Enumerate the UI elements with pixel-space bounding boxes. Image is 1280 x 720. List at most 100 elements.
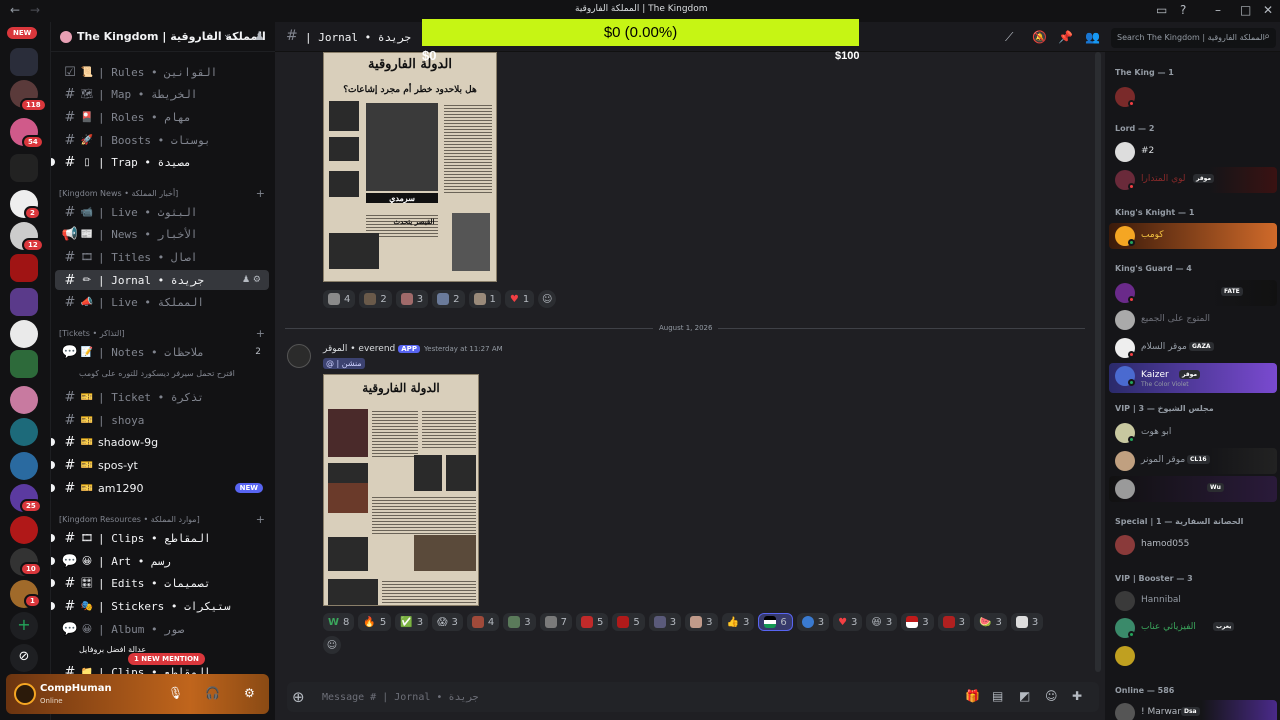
back-arrow-icon[interactable]: ← — [10, 3, 20, 17]
member-item[interactable]: كومب — [1109, 223, 1277, 249]
channel-art[interactable]: 💬 😀 | Art • رسم — [51, 551, 269, 571]
reaction-selected[interactable]: 6 — [758, 613, 793, 631]
reaction[interactable]: W8 — [323, 613, 355, 631]
server-icon[interactable] — [10, 516, 38, 544]
channel-notes[interactable]: 💬 📝 | Notes • ملاحظات 2 — [55, 342, 269, 362]
inbox-icon[interactable]: ▭ — [1156, 3, 1167, 17]
member-item[interactable] — [1109, 643, 1277, 669]
help-icon[interactable]: ? — [1180, 3, 1186, 17]
reaction[interactable]: 7 — [539, 613, 572, 631]
gif-icon[interactable]: ▤ — [992, 689, 1003, 703]
server-icon[interactable] — [10, 154, 38, 182]
member-item[interactable]: المتوج على الجميع — [1109, 307, 1277, 333]
pin-icon[interactable]: 📌 — [1058, 30, 1073, 44]
channel-trap[interactable]: # ▯ | Trap • مصيدة — [51, 152, 269, 172]
new-mention-pill[interactable]: 1 NEW MENTION — [128, 653, 205, 665]
channel-am1290[interactable]: # 🎫 am1290 NEW — [51, 478, 269, 498]
server-icon[interactable] — [10, 288, 38, 316]
server-icon[interactable] — [10, 418, 38, 446]
reaction[interactable]: ♥ 1 — [504, 290, 535, 308]
reaction[interactable]: 3 — [1010, 613, 1044, 631]
mute-icon[interactable]: 🔕 — [1032, 30, 1047, 44]
reaction[interactable]: 🔥 5 — [358, 613, 392, 631]
channel-live-kingdom[interactable]: # 📣 | Live • المملكة — [55, 292, 269, 312]
channel-roles[interactable]: # 🎴 | Roles • مهام — [55, 107, 269, 127]
reaction[interactable]: 4 — [466, 613, 500, 631]
member-item[interactable]: الفيزيائي عناب يعرب — [1109, 615, 1277, 641]
threads-icon[interactable]: ⟋ — [1005, 30, 1013, 45]
reaction[interactable]: 3 — [395, 290, 429, 308]
username[interactable]: CompHuman — [40, 683, 112, 694]
reaction[interactable]: 3 — [648, 613, 682, 631]
scrollbar[interactable] — [1095, 52, 1101, 672]
settings-icon[interactable]: ⚙ — [244, 686, 255, 700]
reaction[interactable]: 3 — [685, 613, 718, 631]
plus-icon[interactable]: + — [256, 187, 265, 200]
server-icon[interactable] — [10, 48, 38, 76]
channel-rules[interactable]: ☑ 📜 | Rules • القوانين — [55, 62, 269, 82]
avatar[interactable] — [14, 683, 36, 705]
member-item[interactable]: لوي المتدارا موقر — [1109, 167, 1277, 193]
reaction[interactable]: 3 — [901, 613, 934, 631]
category-tickets[interactable]: [Tickets • التذاكر] + — [59, 326, 269, 340]
maximize-icon[interactable]: □ — [1240, 3, 1251, 17]
microphone-icon[interactable]: 🎙 — [168, 686, 183, 700]
headphones-icon[interactable]: 🎧 — [205, 686, 220, 700]
gift-icon[interactable]: 🎁 — [965, 689, 980, 703]
channel-live[interactable]: # 📹 | Live • البثوث — [55, 202, 269, 222]
newspaper-image[interactable]: الدولة الفاروقية — [323, 374, 479, 606]
add-member-icon[interactable]: ♟ — [254, 29, 265, 43]
member-item[interactable] — [1109, 84, 1277, 110]
channel-boosts[interactable]: # 🚀 | Boosts • بوستات — [55, 130, 269, 150]
server-icon[interactable] — [10, 254, 38, 282]
member-item[interactable]: موقر المونر CL16 — [1109, 448, 1277, 474]
channel-album[interactable]: 💬 😀 | Album • صور — [55, 619, 269, 639]
role-mention[interactable]: @ | منشن — [323, 358, 365, 369]
add-reaction-icon[interactable]: ☺ — [323, 636, 341, 654]
reaction[interactable]: 5 — [612, 613, 645, 631]
member-item[interactable]: ! Marwan Dsa — [1109, 700, 1277, 720]
chevron-down-icon[interactable]: ⌄ — [223, 30, 231, 40]
channel-shoya[interactable]: # 🎫 | shoya — [55, 410, 269, 430]
reaction[interactable]: 🍉 3 — [973, 613, 1007, 631]
add-reaction-icon[interactable]: ☺ — [538, 290, 557, 308]
apps-icon[interactable]: ✚ — [1072, 689, 1082, 703]
plus-icon[interactable]: + — [256, 513, 265, 526]
member-item[interactable]: hamod055 — [1109, 532, 1277, 558]
member-item[interactable]: #2 — [1109, 139, 1277, 165]
server-header[interactable]: The Kingdom | المملكة الفاروقية ⌄ ♟ — [51, 22, 276, 52]
reaction[interactable]: ♥ 3 — [833, 613, 863, 631]
emoji-icon[interactable]: ☺ — [1045, 689, 1058, 703]
channel-ticket[interactable]: # 🎫 | Ticket • تذكرة — [55, 387, 269, 407]
thread-item[interactable]: اقترح تحمل سيرفر ديسكورد للتوره على كومب — [79, 369, 235, 378]
reaction[interactable]: ✅ 3 — [395, 613, 429, 631]
search-input[interactable]: Search The Kingdom | المملكة الفاروقية ⌕ — [1111, 28, 1276, 48]
channel-edits[interactable]: # 🎛 | Edits • تصميمات — [51, 573, 269, 593]
reaction[interactable]: 3 — [796, 613, 830, 631]
close-icon[interactable]: ✕ — [1263, 3, 1273, 17]
plus-icon[interactable]: + — [256, 327, 265, 340]
channel-titles[interactable]: # 🎞 | Titles • اصال — [55, 247, 269, 267]
reaction[interactable]: 3 — [503, 613, 536, 631]
reaction[interactable]: 😆 3 — [866, 613, 898, 631]
server-icon[interactable] — [10, 452, 38, 480]
server-icon[interactable] — [10, 386, 38, 414]
member-item[interactable]: ابو هوت — [1109, 420, 1277, 446]
reaction[interactable]: 3 — [937, 613, 970, 631]
message-input[interactable]: Message # | Jornal • جريدة — [322, 692, 479, 703]
category-kingdom-news[interactable]: [Kingdom News • أخبار المملكة] + — [59, 186, 269, 200]
new-badge[interactable]: NEW — [7, 27, 38, 39]
channel-clips[interactable]: # 🎞 | Clips • المقاطع — [51, 528, 269, 548]
add-server-icon[interactable]: + — [10, 612, 38, 640]
member-item[interactable]: Wu — [1109, 476, 1277, 502]
reaction[interactable]: 1 — [468, 290, 501, 308]
reaction[interactable]: 2 — [359, 290, 392, 308]
member-item[interactable]: موقر السلام GAZA — [1109, 335, 1277, 361]
forward-arrow-icon[interactable]: → — [30, 3, 40, 17]
reaction[interactable]: 😱 3 — [432, 613, 463, 631]
server-icon[interactable] — [10, 350, 38, 378]
sticker-icon[interactable]: ◩ — [1019, 689, 1030, 703]
reaction[interactable]: 4 — [323, 290, 356, 308]
author-name[interactable]: الموقر • everend — [323, 344, 395, 354]
channel-shadow[interactable]: # 🎫 shadow-9g — [51, 432, 269, 452]
